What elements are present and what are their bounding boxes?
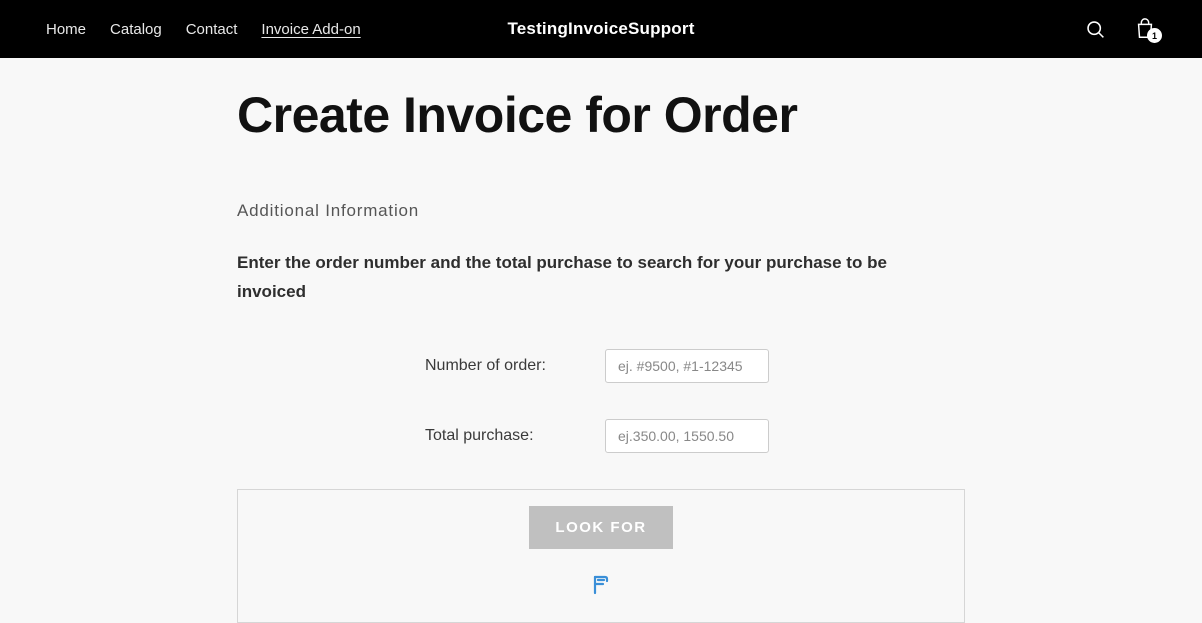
order-number-label: Number of order: — [425, 357, 605, 375]
subtitle: Additional Information — [237, 201, 965, 221]
order-number-row: Number of order: — [237, 349, 965, 383]
cart-count-badge: 1 — [1147, 28, 1162, 43]
page-title: Create Invoice for Order — [237, 88, 965, 143]
action-box: LOOK FOR — [237, 489, 965, 623]
total-purchase-label: Total purchase: — [425, 427, 605, 445]
f-brand-icon — [592, 575, 610, 600]
header: Home Catalog Contact Invoice Add-on Test… — [0, 0, 1202, 58]
nav-contact[interactable]: Contact — [186, 21, 238, 38]
total-purchase-row: Total purchase: — [237, 419, 965, 453]
header-icons: 1 — [1085, 18, 1156, 40]
cart-button[interactable]: 1 — [1134, 18, 1156, 40]
look-for-button[interactable]: LOOK FOR — [529, 506, 672, 549]
brand-title: TestingInvoiceSupport — [507, 19, 694, 39]
nav-home[interactable]: Home — [46, 21, 86, 38]
nav-invoice-addon[interactable]: Invoice Add-on — [261, 21, 360, 38]
search-icon — [1085, 19, 1106, 40]
order-number-input[interactable] — [605, 349, 769, 383]
nav-catalog[interactable]: Catalog — [110, 21, 162, 38]
total-purchase-input[interactable] — [605, 419, 769, 453]
main-content: Create Invoice for Order Additional Info… — [237, 58, 965, 623]
search-button[interactable] — [1085, 19, 1106, 40]
instructions-text: Enter the order number and the total pur… — [237, 249, 937, 307]
main-nav: Home Catalog Contact Invoice Add-on — [46, 21, 361, 38]
